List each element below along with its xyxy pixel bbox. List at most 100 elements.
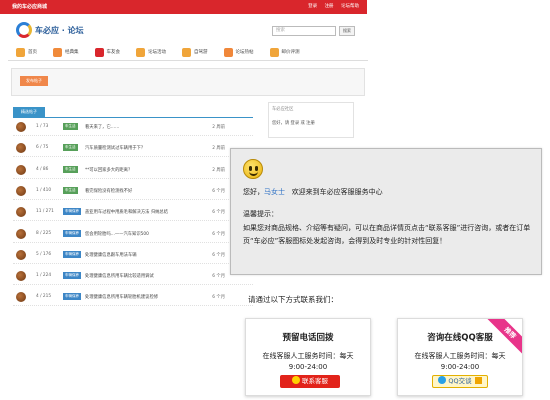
qq-card-hours: 9:00-24:00: [440, 363, 480, 371]
book-icon: [53, 47, 62, 57]
sidebar-login-text[interactable]: 您好，请 登录 或 注册: [272, 120, 350, 126]
thread-date: 2 周前: [212, 146, 225, 152]
search-input[interactable]: 搜索: [272, 26, 336, 36]
login-link[interactable]: 登录: [308, 4, 317, 9]
hot-icon: [223, 47, 233, 57]
tip-text: 如果您对商品规格、介绍等有疑问，可以在商品详情页点击“联系客服”进行咨询，或者在…: [243, 224, 531, 245]
thread-thumbnail: [16, 207, 26, 218]
thread-row[interactable]: 6 / 75 车生活 汽车质量检测试过车辆用于下？ 2 周前: [13, 140, 253, 158]
thread-title[interactable]: 处理健康信息所用车辆比较适用调试: [85, 273, 215, 279]
nav-divider: [8, 60, 368, 61]
thread-row[interactable]: 8 / 225 车辆保养 您会用轮胎吗...——汽车知识500 6 个月: [13, 226, 253, 243]
thread-row[interactable]: 1 / 224 车辆保养 处理健康信息所用车辆比较适用调试 6 个月: [13, 268, 253, 286]
register-link[interactable]: 注册: [325, 4, 334, 9]
nav-item-hot[interactable]: 论坛热帖: [223, 47, 254, 57]
thread-tag[interactable]: 车辆保养: [63, 293, 81, 301]
search-button[interactable]: 搜索: [339, 26, 355, 36]
reply-view-count: 5 / 176: [36, 251, 52, 257]
thread-tag[interactable]: 车辆保养: [63, 208, 81, 216]
reply-view-count: 1 / 73: [36, 124, 49, 129]
thread-date: 2 周前: [212, 167, 225, 173]
thread-title[interactable]: 您会用轮胎吗...——汽车知识500: [85, 231, 215, 237]
thread-title[interactable]: 处理健康信息跟车用法车辆: [85, 252, 215, 258]
thread-thumbnail: [16, 271, 26, 282]
thread-tag[interactable]: 车生活: [63, 123, 78, 130]
qq-icon: [438, 376, 447, 384]
service-chat-panel: 您好，马女士 欢迎来到车必应客服服务中心 温馨提示： 如果您对商品规格、介绍等有…: [230, 148, 542, 275]
thread-row[interactable]: 4 / 86 车生活 **可以回家多大的距离？ 2 周前: [13, 162, 253, 179]
thread-thumbnail: [16, 164, 26, 175]
thread-date: 6 个月: [212, 252, 225, 258]
nav-item-home[interactable]: 首页: [16, 47, 37, 57]
thread-row[interactable]: 1 / 410 车生活 看完保险没有检测找不好 6 个月: [13, 183, 253, 200]
trip-icon: [182, 47, 191, 57]
list-header[interactable]: 精选帖子: [13, 107, 45, 117]
qq-service-card: 推荐 咨询在线QQ客服 在线客服人工服务时间：每天 9:00-24:00 QQ交…: [397, 318, 523, 396]
thread-thumbnail: [16, 185, 26, 196]
tip-title: 温馨提示：: [243, 210, 278, 218]
thread-row[interactable]: 1 / 73 车生活 看天来了，它…… 2 周前: [13, 119, 253, 136]
thread-thumbnail: [16, 292, 26, 303]
thread-thumbnail: [16, 249, 26, 260]
arrow-icon: [474, 377, 482, 384]
thread-tag[interactable]: 车辆保养: [63, 272, 81, 280]
reply-view-count: 11 / 271: [36, 209, 54, 215]
phone-callback-card: 预留电话回拨 在线客服人工服务时间：每天 9:00-24:00 联系客服: [245, 318, 371, 396]
contact-title: 请通过以下方式联系我们：: [248, 295, 338, 304]
thread-date: 6 个月: [212, 295, 225, 301]
qq-card-service-line: 在线客服人工服务时间：每天: [414, 352, 506, 360]
thread-tag[interactable]: 车生活: [63, 144, 78, 152]
forum-logo[interactable]: 车必应 · 论坛: [16, 22, 84, 38]
nav-item-review[interactable]: 邮价评测: [269, 47, 300, 57]
top-links: 登录 注册 论坛帮助: [302, 3, 359, 9]
thread-title[interactable]: 看天来了，它……: [85, 124, 215, 130]
user-name-link[interactable]: 马女士: [264, 188, 285, 196]
reply-view-count: 4 / 215: [36, 294, 52, 300]
smiley-icon: [243, 159, 263, 179]
top-bar: 我的车必应商城 登录 注册 论坛帮助: [0, 0, 367, 14]
reply-view-count: 6 / 75: [36, 145, 49, 151]
thread-tag[interactable]: 车辆保养: [63, 250, 81, 258]
home-icon: [16, 47, 25, 57]
qq-chat-button[interactable]: QQ交谈: [432, 375, 488, 388]
thread-tag[interactable]: 车辆保养: [63, 229, 81, 237]
thread-title[interactable]: 盖亚用车过程中用质毛和解决方法 归纳总结: [85, 209, 215, 215]
review-icon: [269, 47, 279, 57]
sidebar-title: 车必应社区: [272, 107, 294, 112]
reply-view-count: 1 / 410: [36, 187, 52, 193]
thread-row[interactable]: 4 / 215 车辆保养 处理健康信息所用车辆轮胎机建议检修 6 个月: [13, 289, 253, 307]
phone-card-service-line: 在线客服人工服务时间：每天: [262, 352, 354, 360]
service-icon: [292, 376, 300, 384]
thread-title[interactable]: 处理健康信息所用车辆轮胎机建议检修: [85, 294, 215, 300]
main-nav: 首页 经典集 车友会 论坛活动 自驾游 论坛热帖 邮价评测: [16, 45, 356, 59]
nav-item-club[interactable]: 车友会: [94, 47, 120, 57]
nav-item-trip[interactable]: 自驾游: [182, 47, 208, 57]
thread-date: 6 个月: [212, 188, 225, 194]
event-icon: [136, 47, 145, 57]
site-title[interactable]: 我的车必应商城: [12, 3, 47, 10]
thread-row[interactable]: 5 / 176 车辆保养 处理健康信息跟车用法车辆 6 个月: [13, 247, 253, 264]
nav-item-classic[interactable]: 经典集: [53, 47, 79, 57]
thread-title[interactable]: 汽车质量检测试过车辆用于下？: [85, 145, 215, 151]
thread-date: 6 个月: [212, 231, 225, 237]
thread-row[interactable]: 11 / 271 车辆保养 盖亚用车过程中用质毛和解决方法 归纳总结 6 个月: [13, 204, 253, 222]
thread-title[interactable]: **可以回家多大的距离？: [85, 167, 215, 173]
thread-tag[interactable]: 车生活: [63, 186, 78, 194]
contact-service-button[interactable]: 联系客服: [280, 375, 340, 388]
thread-title[interactable]: 看完保险没有检测找不好: [85, 188, 215, 194]
phone-card-heading: 预留电话回拨: [282, 333, 334, 343]
thread-date: 6 个月: [212, 210, 225, 216]
thread-date: 2 周前: [212, 125, 225, 130]
car-club-icon: [94, 47, 104, 57]
thread-thumbnail: [16, 228, 26, 239]
reply-view-count: 8 / 225: [36, 230, 52, 236]
new-post-button[interactable]: 发布帖子: [20, 76, 48, 86]
nav-item-events[interactable]: 论坛活动: [136, 47, 166, 57]
greeting-text: 您好，马女士 欢迎来到车必应客服服务中心: [243, 188, 383, 196]
community-sidebar: 车必应社区 您好，请 登录 或 注册: [268, 102, 354, 138]
thread-tag[interactable]: 车生活: [63, 165, 78, 173]
reply-view-count: 1 / 224: [36, 273, 52, 279]
thread-thumbnail: [16, 143, 26, 154]
help-link[interactable]: 论坛帮助: [341, 4, 359, 9]
logo-icon: [16, 22, 32, 38]
